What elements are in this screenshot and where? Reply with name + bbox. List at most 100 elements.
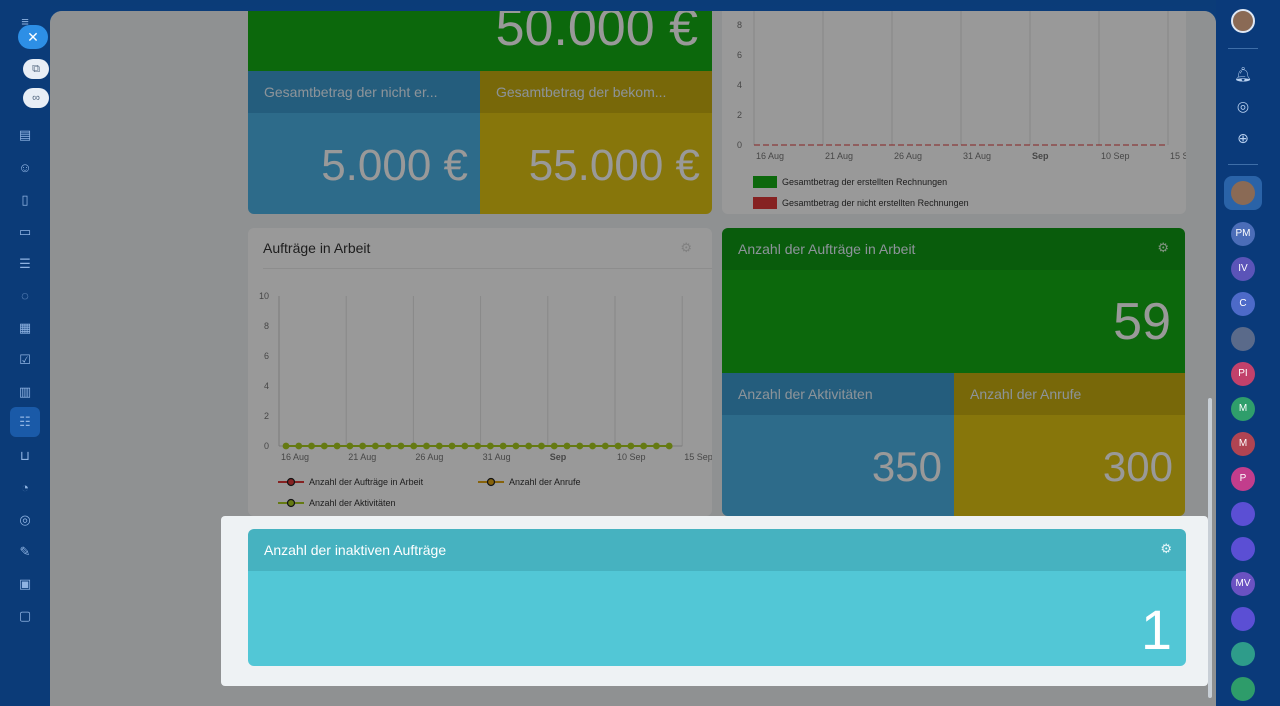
bell-icon[interactable]: 🔔︎ (1231, 62, 1255, 86)
contact-avatar[interactable] (1231, 181, 1255, 205)
inactive-widget-title: Anzahl der inaktiven Aufträge (264, 542, 447, 558)
data-point (461, 442, 469, 450)
y-tick-label: 0 (737, 140, 742, 150)
legend-label: Anzahl der Anrufe (509, 477, 581, 487)
support-icon[interactable]: ◔ (17, 480, 33, 496)
gear-icon[interactable]: ⚙ (1157, 240, 1169, 256)
data-point (525, 442, 533, 450)
feed-icon[interactable]: ▤ (17, 127, 33, 143)
scrollbar[interactable] (1208, 398, 1212, 698)
x-tick-label: 10 Sep (1101, 151, 1130, 161)
briefcase-icon[interactable]: ▣ (17, 576, 33, 592)
activities-header: Anzahl der Aktivitäten (722, 373, 954, 415)
gear-icon[interactable]: ⚙ (1160, 541, 1172, 557)
analytics-icon[interactable]: ▥ (17, 384, 33, 400)
legend-marker (286, 477, 296, 487)
spiral-icon[interactable]: ◎ (1231, 94, 1255, 118)
y-tick-label: 4 (264, 381, 269, 391)
data-point (550, 442, 558, 450)
calls-label: Anzahl der Anrufe (970, 386, 1082, 402)
x-tick-label: 16 Aug (281, 452, 309, 462)
unissued-amount-value: 5.000 € (321, 141, 468, 190)
contact-avatar[interactable]: M (1231, 432, 1255, 456)
activities-value: 350 (871, 443, 942, 490)
filter-icon[interactable]: ☷ (17, 414, 33, 430)
target-icon[interactable]: ◎ (17, 512, 33, 528)
x-tick-label: 16 Aug (756, 151, 784, 161)
contact-avatar[interactable] (1231, 537, 1255, 561)
contact-avatar[interactable]: C (1231, 292, 1255, 316)
y-tick-label: 2 (264, 411, 269, 421)
data-point (423, 442, 430, 450)
calendar-icon[interactable]: ▦ (17, 320, 33, 336)
data-point (384, 442, 392, 450)
calls-tile: 300 (954, 415, 1185, 516)
left-sidebar: ≡ ✕ ⧉ ∞ ▤ ☺ ▯ ▭ ☰ ◌ ▦ ☑ ▥ ☷ ⊔ ◔ ◎ ✎ ▣ ▢ (0, 0, 50, 706)
data-point (474, 442, 481, 450)
x-tick-label: 26 Aug (894, 151, 922, 161)
inactive-count-tile: 1 (248, 571, 1186, 666)
tasks-icon[interactable]: ☑ (17, 352, 33, 368)
external-link-icon[interactable]: ⧉ (23, 59, 49, 79)
link-icon[interactable]: ∞ (23, 88, 49, 108)
x-tick-label: 31 Aug (963, 151, 991, 161)
invoice-chart-card: 0 2 4 6 8 16 Aug 21 Aug 26 Aug 31 Aug Sep 10 Sep 15… (722, 11, 1199, 214)
data-point (397, 442, 405, 450)
contact-avatar[interactable] (1231, 677, 1255, 701)
messages-icon[interactable]: ☰ (17, 256, 33, 272)
contact-avatar[interactable] (1231, 502, 1255, 526)
activities-tile: 350 (722, 415, 954, 516)
x-tick-label: Sep (1032, 151, 1049, 161)
search-chat-icon[interactable]: ⊕ (1231, 126, 1255, 150)
contact-avatar[interactable] (1231, 607, 1255, 631)
legend-swatch (753, 197, 777, 209)
contact-avatar[interactable] (1231, 642, 1255, 666)
orders-chart: 0 2 4 6 8 10 16 Aug 21 Aug 26 Aug 31 Aug Sep 10 Sep… (259, 291, 712, 508)
x-tick-label: 21 Aug (825, 151, 853, 161)
top-total-tile: 50.000 € (248, 11, 712, 71)
data-point (614, 442, 622, 450)
contact-avatar[interactable]: P (1231, 467, 1255, 491)
inactive-count-value: 1 (1140, 598, 1172, 661)
card-icon[interactable]: ▭ (17, 224, 33, 240)
received-amount-header: Gesamtbetrag der bekom... (480, 71, 712, 113)
orders-widget-title: Anzahl der Aufträge in Arbeit (738, 241, 916, 257)
legend-marker (286, 498, 296, 508)
unissued-amount-header: Gesamtbetrag der nicht er... (248, 71, 480, 113)
data-point (601, 442, 609, 450)
invoice-chart: 0 2 4 6 8 16 Aug 21 Aug 26 Aug 31 Aug Sep 10 Sep 15… (737, 11, 1199, 209)
data-point (512, 442, 520, 450)
calls-header: Anzahl der Anrufe (954, 373, 1185, 415)
contacts-icon[interactable]: ☺ (17, 160, 33, 176)
y-tick-label: 6 (737, 50, 742, 60)
legend-swatch (753, 176, 777, 188)
data-point (410, 442, 418, 450)
close-button[interactable]: ✕ (18, 25, 48, 49)
data-point (640, 442, 648, 450)
folder-icon[interactable]: ▢ (17, 608, 33, 624)
contact-avatar[interactable]: M (1231, 397, 1255, 421)
orders-widget-header: Anzahl der Aufträge in Arbeit ⚙ (722, 228, 1185, 270)
data-point (665, 442, 673, 450)
contact-avatar[interactable] (1231, 327, 1255, 351)
data-point (627, 442, 635, 450)
data-point (346, 442, 354, 450)
contact-avatar[interactable]: MV (1231, 572, 1255, 596)
orders-count-value: 59 (1113, 293, 1171, 351)
data-point (333, 442, 341, 450)
data-point (563, 442, 571, 450)
user-avatar[interactable] (1231, 9, 1255, 33)
cart-icon[interactable]: ⊔ (17, 448, 33, 464)
legend-label: Gesamtbetrag der nicht erstellten Rechnu… (782, 198, 969, 208)
edit-icon[interactable]: ✎ (17, 544, 33, 560)
contact-avatar[interactable]: PM (1231, 222, 1255, 246)
contact-avatar[interactable]: IV (1231, 257, 1255, 281)
document-icon[interactable]: ▯ (17, 192, 33, 208)
y-tick-label: 4 (737, 80, 742, 90)
chat-icon[interactable]: ◌ (17, 288, 33, 304)
contact-avatar[interactable]: PI (1231, 362, 1255, 386)
x-tick-label: 26 Aug (415, 452, 443, 462)
x-tick-label: 10 Sep (617, 452, 646, 462)
orders-count-tile: 59 (722, 270, 1185, 373)
received-amount-label: Gesamtbetrag der bekom... (496, 84, 667, 100)
